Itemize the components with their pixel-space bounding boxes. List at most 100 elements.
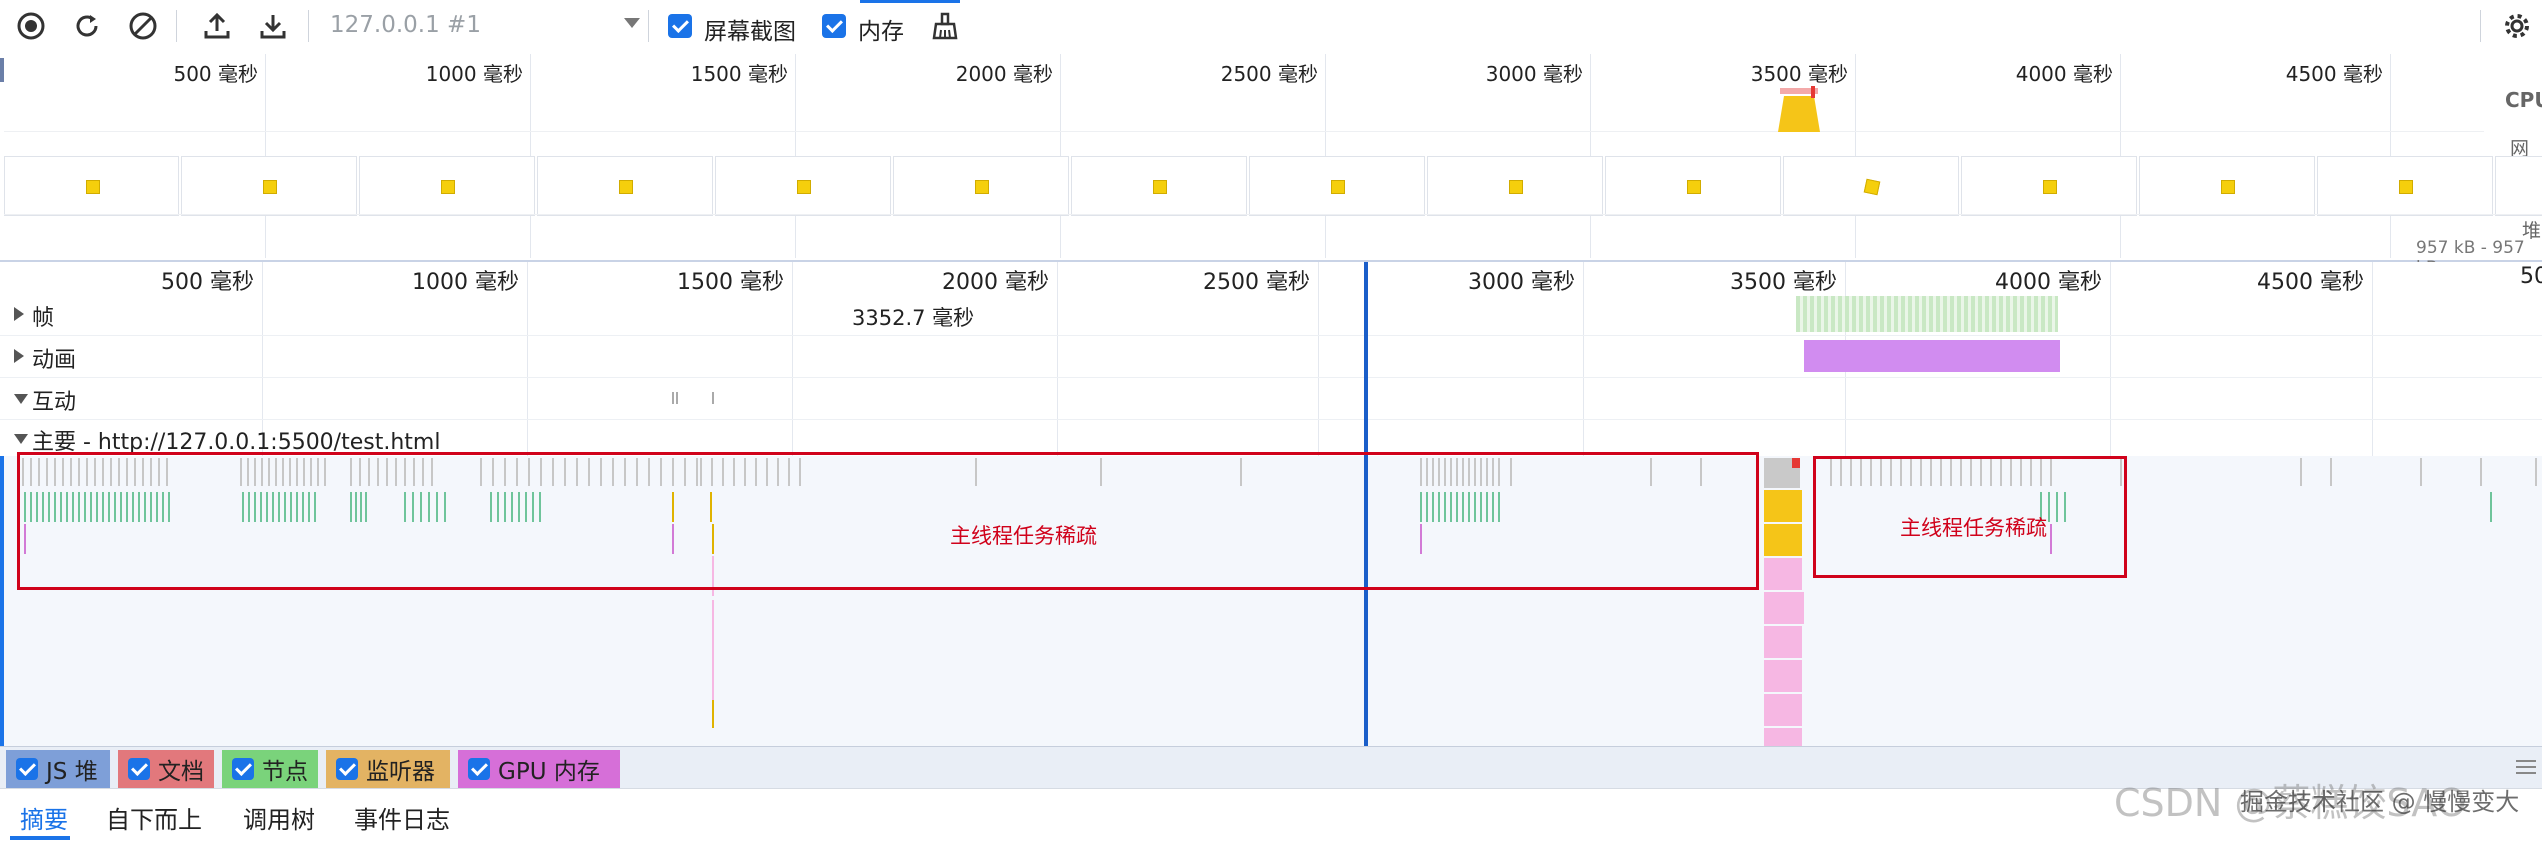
interaction-marker[interactable] bbox=[676, 392, 678, 404]
overview-tick: 2500 毫秒 bbox=[1220, 62, 1318, 86]
broom-icon bbox=[932, 12, 958, 40]
legend-checkbox[interactable] bbox=[468, 758, 490, 780]
ruler-tick: 2000 毫秒 bbox=[942, 270, 1049, 295]
task-tick[interactable] bbox=[2300, 458, 2302, 486]
heap-baseline bbox=[4, 214, 2542, 215]
capture-settings-button[interactable] bbox=[2500, 9, 2534, 43]
screenshot-thumbnail[interactable] bbox=[715, 156, 891, 216]
interactions-track-label: 互动 bbox=[32, 390, 77, 415]
task-block[interactable] bbox=[1764, 490, 1802, 522]
screenshot-thumbnail[interactable] bbox=[2495, 156, 2542, 216]
task-tick[interactable] bbox=[712, 600, 714, 660]
load-profile-button[interactable] bbox=[200, 9, 234, 43]
task-block[interactable] bbox=[1764, 660, 1802, 692]
ruler-tick: 3500 毫秒 bbox=[1730, 270, 1837, 295]
animations-track[interactable]: 动画 bbox=[0, 336, 2542, 378]
screenshot-thumbnail[interactable] bbox=[4, 156, 179, 216]
task-tick[interactable] bbox=[712, 660, 714, 700]
task-block[interactable] bbox=[1764, 626, 1802, 658]
overview-tick: 500 毫秒 bbox=[173, 62, 258, 86]
clear-button[interactable] bbox=[126, 9, 160, 43]
interaction-marker[interactable] bbox=[672, 392, 674, 404]
task-tick[interactable] bbox=[712, 700, 714, 728]
ruler-tick: 4500 毫秒 bbox=[2257, 270, 2364, 295]
main-thread-track[interactable]: 主要 - http://127.0.0.1:5500/test.html bbox=[0, 420, 2542, 456]
screenshot-thumbnail[interactable] bbox=[359, 156, 535, 216]
record-icon bbox=[17, 12, 45, 40]
overview-tick: 2000 毫秒 bbox=[955, 62, 1053, 86]
target-select[interactable]: 127.0.0.1 #1 bbox=[330, 12, 640, 42]
legend-item[interactable]: 监听器 bbox=[326, 750, 450, 788]
ruler-tick: 1500 毫秒 bbox=[677, 270, 784, 295]
interactions-track[interactable]: 互动 bbox=[0, 378, 2542, 420]
ruler-tick: 2500 毫秒 bbox=[1203, 270, 1310, 295]
task-block[interactable] bbox=[1764, 592, 1804, 624]
task-tick[interactable] bbox=[2490, 492, 2492, 522]
screenshot-thumbnail[interactable] bbox=[1783, 156, 1959, 216]
watermark: 掘金技术社区 @ 慢慢变大 bbox=[2240, 788, 2520, 816]
screenshot-thumbnail[interactable] bbox=[1427, 156, 1603, 216]
screenshot-thumbnail[interactable] bbox=[1249, 156, 1425, 216]
long-task-marker[interactable] bbox=[1792, 458, 1800, 468]
overview-tick: 3500 毫秒 bbox=[1750, 62, 1848, 86]
frames-track[interactable]: 帧 bbox=[0, 294, 2542, 336]
memory-checkbox[interactable] bbox=[822, 14, 846, 38]
legend-checkbox[interactable] bbox=[16, 758, 38, 780]
ruler-tick: 1000 毫秒 bbox=[412, 270, 519, 295]
reload-record-button[interactable] bbox=[70, 9, 104, 43]
task-tick[interactable] bbox=[2330, 458, 2332, 486]
legend-item[interactable]: 文档 bbox=[118, 750, 214, 788]
expand-triangle-icon[interactable] bbox=[14, 307, 24, 321]
collapse-triangle-icon[interactable] bbox=[14, 394, 28, 404]
legend-label: 监听器 bbox=[366, 759, 435, 785]
screenshot-thumbnail[interactable] bbox=[181, 156, 357, 216]
screenshot-thumbnail[interactable] bbox=[537, 156, 713, 216]
save-profile-button[interactable] bbox=[256, 9, 290, 43]
tab-summary[interactable]: 摘要 bbox=[20, 800, 68, 835]
task-block[interactable] bbox=[1764, 694, 1802, 726]
annotation-text: 主线程任务稀疏 bbox=[1900, 516, 2047, 540]
task-block[interactable] bbox=[1764, 524, 1802, 556]
screenshots-checkbox[interactable] bbox=[668, 14, 692, 38]
screenshot-thumbnail[interactable] bbox=[893, 156, 1069, 216]
legend-item[interactable]: 节点 bbox=[222, 750, 318, 788]
task-tick[interactable] bbox=[2420, 458, 2422, 486]
screenshot-thumbnail[interactable] bbox=[1071, 156, 1247, 216]
tab-call-tree[interactable]: 调用树 bbox=[243, 800, 315, 835]
task-block[interactable] bbox=[1764, 728, 1802, 746]
active-indicator bbox=[860, 0, 960, 3]
screenshot-thumbnail[interactable] bbox=[2139, 156, 2315, 216]
task-tick[interactable] bbox=[2480, 458, 2482, 486]
screenshot-thumbnail[interactable] bbox=[1961, 156, 2137, 216]
collapse-triangle-icon[interactable] bbox=[14, 434, 28, 444]
expand-triangle-icon[interactable] bbox=[14, 349, 24, 363]
reload-icon bbox=[76, 15, 98, 37]
ruler-tick: 500 毫秒 bbox=[161, 270, 254, 295]
cpu-label: CPU bbox=[2505, 88, 2542, 112]
overview-left-handle[interactable] bbox=[0, 58, 4, 82]
tab-bottom-up[interactable]: 自下而上 bbox=[106, 800, 202, 835]
memory-label: 内存 bbox=[858, 19, 904, 45]
animation-bar[interactable] bbox=[1804, 340, 2060, 372]
record-button[interactable] bbox=[14, 9, 48, 43]
legend-checkbox[interactable] bbox=[336, 758, 358, 780]
drag-handle-icon[interactable] bbox=[2516, 760, 2536, 762]
frames-track-label: 帧 bbox=[32, 306, 55, 331]
overview-tick: 4000 毫秒 bbox=[2015, 62, 2113, 86]
frames-strip[interactable] bbox=[1796, 296, 2058, 332]
ruler-tick: 3000 毫秒 bbox=[1468, 270, 1575, 295]
interaction-marker[interactable] bbox=[712, 392, 714, 404]
screenshot-thumbnail[interactable] bbox=[2317, 156, 2493, 216]
legend-item[interactable]: GPU 内存 bbox=[458, 750, 620, 788]
legend-label: GPU 内存 bbox=[498, 759, 600, 785]
legend-checkbox[interactable] bbox=[128, 758, 150, 780]
collect-garbage-button[interactable] bbox=[928, 9, 962, 43]
task-tick[interactable] bbox=[2535, 458, 2537, 486]
screenshot-thumbnail[interactable] bbox=[1605, 156, 1781, 216]
legend-item[interactable]: JS 堆 bbox=[6, 750, 110, 788]
legend-checkbox[interactable] bbox=[232, 758, 254, 780]
gear-icon bbox=[2505, 14, 2529, 38]
overview-tick: 1000 毫秒 bbox=[425, 62, 523, 86]
task-block[interactable] bbox=[1764, 558, 1802, 590]
tab-event-log[interactable]: 事件日志 bbox=[354, 800, 450, 835]
